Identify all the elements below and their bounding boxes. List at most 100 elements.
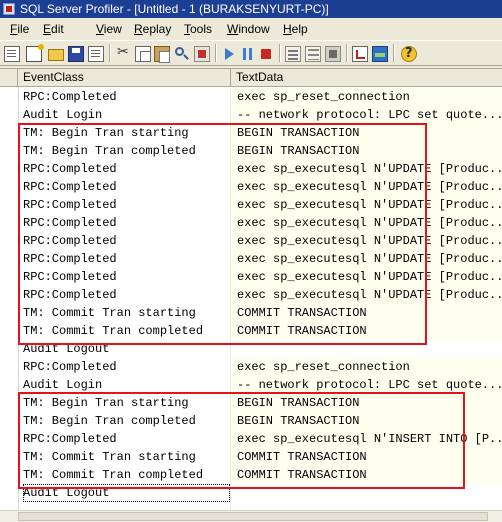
cell-eventclass: RPC:Completed <box>23 432 117 446</box>
new-trace-icon[interactable] <box>4 46 20 62</box>
menu-replay[interactable]: Replay <box>134 19 171 39</box>
filter-icon[interactable] <box>305 46 321 62</box>
cell-eventclass: RPC:Completed <box>23 90 117 104</box>
table-row[interactable]: RPC:Completed exec sp_executesql N'INSERT… <box>0 430 502 448</box>
tuning-advisor-icon[interactable] <box>352 46 368 62</box>
menu-window[interactable]: Window <box>227 19 270 39</box>
table-row[interactable]: Audit Login -- network protocol: LPC set … <box>0 106 502 124</box>
toolbar-separator <box>279 44 280 62</box>
toolbar-separator <box>109 44 110 62</box>
cell-eventclass: TM: Begin Tran completed <box>23 414 196 428</box>
table-row[interactable]: RPC:Completed exec sp_executesql N'UPDATE… <box>0 232 502 250</box>
cell-textdata: exec sp_reset_connection <box>231 358 502 376</box>
cell-eventclass: Audit Logout <box>23 484 230 502</box>
cut-icon[interactable] <box>116 44 132 62</box>
open-icon[interactable] <box>48 49 64 61</box>
cell-textdata: exec sp_executesql N'UPDATE [Produc... <box>231 214 502 232</box>
performance-monitor-icon[interactable] <box>372 46 388 62</box>
cell-textdata: BEGIN TRANSACTION <box>231 394 502 412</box>
menu-file[interactable]: File <box>10 19 29 39</box>
table-row[interactable]: RPC:Completed exec sp_executesql N'UPDATE… <box>0 268 502 286</box>
table-row[interactable]: TM: Begin Tran starting BEGIN TRANSACTION <box>0 394 502 412</box>
table-row[interactable]: TM: Commit Tran starting COMMIT TRANSACTI… <box>0 448 502 466</box>
menu-edit[interactable]: Edit <box>43 19 64 39</box>
cell-textdata: exec sp_reset_connection <box>231 88 502 106</box>
cell-textdata: BEGIN TRANSACTION <box>231 124 502 142</box>
cell-textdata: exec sp_executesql N'UPDATE [Produc... <box>231 250 502 268</box>
table-row[interactable]: RPC:Completed exec sp_executesql N'UPDATE… <box>0 214 502 232</box>
table-row[interactable]: Audit Logout <box>0 484 502 502</box>
properties-icon[interactable] <box>88 46 104 62</box>
cell-textdata: exec sp_executesql N'UPDATE [Produc... <box>231 286 502 304</box>
cell-textdata: BEGIN TRANSACTION <box>231 142 502 160</box>
cell-textdata: BEGIN TRANSACTION <box>231 412 502 430</box>
column-header-textdata[interactable]: TextData <box>231 69 502 86</box>
table-row[interactable]: TM: Commit Tran starting COMMIT TRANSACTI… <box>0 304 502 322</box>
cell-eventclass: RPC:Completed <box>23 270 117 284</box>
horizontal-scrollbar[interactable] <box>0 510 502 522</box>
table-row[interactable]: Audit Logout <box>0 340 502 358</box>
menu-bar: File Edit View Replay Tools Window Help <box>0 19 502 39</box>
table-row[interactable]: RPC:Completed exec sp_reset_connection <box>0 358 502 376</box>
cell-eventclass: TM: Begin Tran starting <box>23 126 189 140</box>
cell-eventclass: RPC:Completed <box>23 198 117 212</box>
toolbar <box>0 40 502 66</box>
cell-textdata: exec sp_executesql N'UPDATE [Produc... <box>231 232 502 250</box>
cell-textdata: COMMIT TRANSACTION <box>231 304 502 322</box>
table-row[interactable]: Audit Login -- network protocol: LPC set … <box>0 376 502 394</box>
table-row[interactable]: RPC:Completed exec sp_executesql N'UPDATE… <box>0 250 502 268</box>
cell-eventclass: TM: Commit Tran completed <box>23 468 204 482</box>
cell-eventclass: Audit Login <box>23 108 103 122</box>
copy-icon[interactable] <box>135 46 151 62</box>
cell-eventclass: RPC:Completed <box>23 252 117 266</box>
trace-grid[interactable]: EventClass TextData RPC:Completed exec sp… <box>0 68 502 510</box>
table-row[interactable]: TM: Commit Tran completed COMMIT TRANSACT… <box>0 466 502 484</box>
window-title: SQL Server Profiler - [Untitled - 1 (BUR… <box>20 2 329 16</box>
menu-view[interactable]: View <box>96 19 122 39</box>
table-row[interactable]: RPC:Completed exec sp_executesql N'UPDATE… <box>0 286 502 304</box>
paste-icon[interactable] <box>154 46 170 63</box>
new-template-icon[interactable] <box>26 44 44 62</box>
table-row[interactable]: TM: Begin Tran starting BEGIN TRANSACTION <box>0 124 502 142</box>
cell-textdata <box>231 484 502 502</box>
run-icon[interactable] <box>221 46 237 62</box>
grid-header: EventClass TextData <box>0 69 502 87</box>
cell-eventclass: TM: Commit Tran starting <box>23 450 196 464</box>
cell-eventclass: Audit Login <box>23 378 103 392</box>
event-properties-icon[interactable] <box>285 46 301 62</box>
cell-textdata: exec sp_executesql N'UPDATE [Produc... <box>231 160 502 178</box>
clear-trace-icon[interactable] <box>194 46 210 62</box>
cell-eventclass: RPC:Completed <box>23 234 117 248</box>
menu-help[interactable]: Help <box>283 19 308 39</box>
toolbar-separator <box>346 44 347 62</box>
trace-rows: RPC:Completed exec sp_reset_connection Aud… <box>0 88 502 502</box>
cell-eventclass: RPC:Completed <box>23 180 117 194</box>
table-row[interactable]: TM: Commit Tran completed COMMIT TRANSACT… <box>0 322 502 340</box>
table-row[interactable]: TM: Begin Tran completed BEGIN TRANSACTIO… <box>0 142 502 160</box>
cell-textdata: COMMIT TRANSACTION <box>231 322 502 340</box>
cell-textdata: COMMIT TRANSACTION <box>231 466 502 484</box>
cell-eventclass: Audit Logout <box>23 342 110 356</box>
table-row[interactable]: RPC:Completed exec sp_reset_connection <box>0 88 502 106</box>
table-row[interactable]: RPC:Completed exec sp_executesql N'UPDATE… <box>0 178 502 196</box>
table-row[interactable]: RPC:Completed exec sp_executesql N'UPDATE… <box>0 196 502 214</box>
table-row[interactable]: TM: Begin Tran completed BEGIN TRANSACTIO… <box>0 412 502 430</box>
stop-icon[interactable] <box>258 46 274 62</box>
cell-textdata: -- network protocol: LPC set quote... <box>231 376 502 394</box>
help-icon[interactable] <box>401 46 417 62</box>
table-row[interactable]: RPC:Completed exec sp_executesql N'UPDATE… <box>0 160 502 178</box>
menu-tools[interactable]: Tools <box>184 19 212 39</box>
profiler-app-icon <box>3 3 15 15</box>
pause-icon[interactable] <box>240 46 256 62</box>
cell-textdata: exec sp_executesql N'UPDATE [Produc... <box>231 178 502 196</box>
cell-eventclass: RPC:Completed <box>23 216 117 230</box>
column-header-eventclass[interactable]: EventClass <box>18 69 231 86</box>
cell-eventclass: TM: Begin Tran starting <box>23 396 189 410</box>
scrollbar-thumb[interactable] <box>18 512 488 521</box>
save-icon[interactable] <box>68 46 84 62</box>
find-icon[interactable] <box>174 46 190 62</box>
cell-textdata <box>231 340 502 358</box>
cell-textdata: exec sp_executesql N'UPDATE [Produc... <box>231 196 502 214</box>
cell-eventclass: RPC:Completed <box>23 360 117 374</box>
auto-scroll-icon[interactable] <box>325 46 341 62</box>
